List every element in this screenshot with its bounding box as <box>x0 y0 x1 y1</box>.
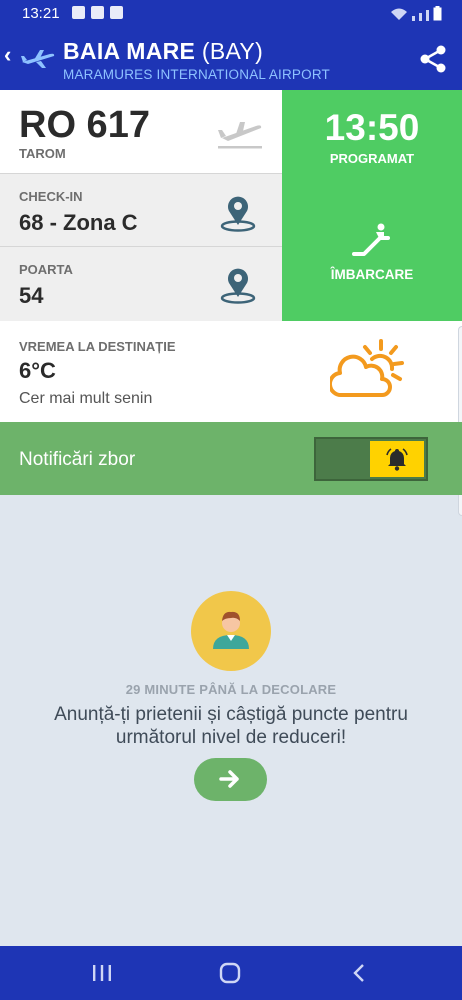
system-icons <box>390 6 442 21</box>
signal-icon <box>412 16 415 21</box>
escalator-icon <box>352 223 390 256</box>
airport-name: MARAMURES INTERNATIONAL AIRPORT <box>63 67 330 82</box>
departure-time: 13:50 <box>324 107 420 148</box>
gate-card[interactable]: POARTA 54 <box>0 247 282 321</box>
takeoff-icon <box>218 122 262 149</box>
status-time: 13:21 <box>22 5 60 22</box>
countdown-text: 29 MINUTE PÂNĂ LA DECOLARE <box>125 682 337 697</box>
notifications-label: Notificări zbor <box>19 449 136 470</box>
status-bar: 13:21 <box>0 0 462 28</box>
back-nav-icon[interactable] <box>348 962 372 984</box>
person-icon <box>213 611 249 649</box>
airplane-logo-icon <box>21 50 55 68</box>
bell-icon <box>386 448 408 471</box>
share-promo-button[interactable] <box>194 758 267 801</box>
location-pin-icon[interactable] <box>220 266 256 304</box>
gate-value: 54 <box>19 283 44 308</box>
notification-icons <box>72 6 123 19</box>
destination-code: (BAY) <box>201 38 264 64</box>
flight-status: PROGRAMAT <box>329 151 415 166</box>
weather-card: VREMEA LA DESTINAȚIE 6°C Cer mai mult se… <box>0 321 462 422</box>
destination-title: BAIA MARE (BAY) <box>63 38 263 65</box>
avatar <box>191 591 271 671</box>
destination-city: BAIA MARE <box>63 38 196 64</box>
flight-notifications-row: Notificări zbor <box>0 422 462 495</box>
checkin-value: 68 - Zona C <box>19 210 138 235</box>
wifi-icon <box>391 8 407 20</box>
boarding-label: ÎMBARCARE <box>330 267 414 282</box>
checkin-card[interactable]: CHECK-IN 68 - Zona C <box>0 174 282 247</box>
weather-temperature: 6°C <box>19 358 56 383</box>
app-header: ‹ BAIA MARE (BAY) MARAMURES INTERNATIONA… <box>0 28 462 90</box>
checkin-label: CHECK-IN <box>19 189 83 204</box>
boarding-card[interactable]: ÎMBARCARE <box>282 174 462 321</box>
gate-label: POARTA <box>19 262 73 277</box>
departure-time-card: 13:50 PROGRAMAT <box>282 90 462 174</box>
toggle-knob[interactable] <box>370 441 424 477</box>
flight-info: RO 617 TAROM <box>0 90 282 174</box>
share-icon[interactable] <box>418 44 448 74</box>
location-pin-icon[interactable] <box>220 194 256 232</box>
system-nav-bar <box>0 946 462 1000</box>
back-button[interactable]: ‹ <box>4 42 11 68</box>
home-icon[interactable] <box>218 962 242 984</box>
battery-icon <box>433 6 442 21</box>
arrow-right-icon <box>219 770 239 788</box>
weather-description: Cer mai mult senin <box>19 390 153 407</box>
shopping-bag-icon <box>110 6 123 19</box>
recent-apps-icon[interactable] <box>90 962 114 984</box>
gallery-icon <box>72 6 85 19</box>
airline-name: TAROM <box>19 146 66 161</box>
weather-label: VREMEA LA DESTINAȚIE <box>19 339 176 354</box>
partly-sunny-icon <box>330 339 404 398</box>
notifications-toggle[interactable] <box>314 437 428 481</box>
download-icon <box>91 6 104 19</box>
promo-message: Anunță-ți prietenii și câștigă puncte pe… <box>54 704 408 748</box>
flight-number: RO 617 <box>19 104 150 146</box>
